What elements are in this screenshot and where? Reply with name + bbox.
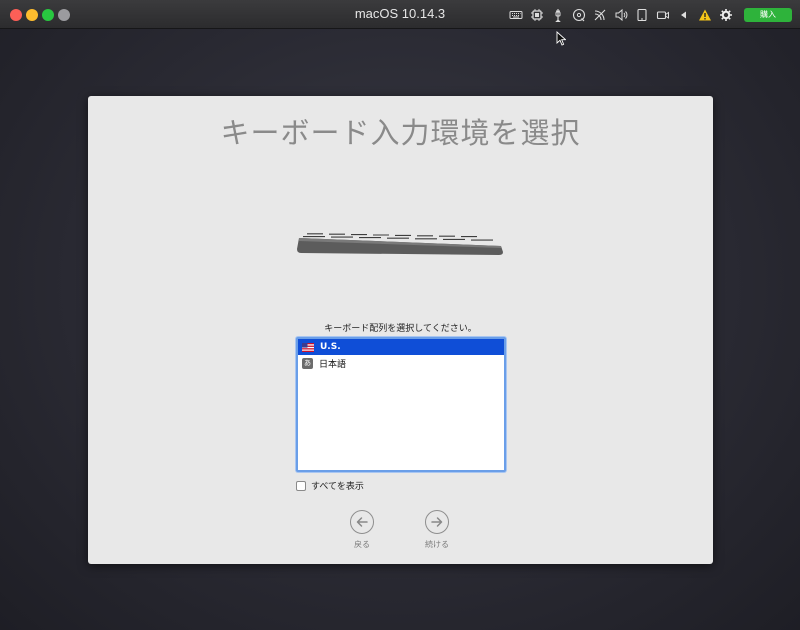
list-item-japanese[interactable]: あ 日本語: [298, 355, 504, 371]
japanese-input-icon: あ: [302, 357, 313, 369]
cd-icon[interactable]: [569, 6, 589, 24]
list-item-label: 日本語: [319, 359, 347, 370]
list-item-label: U.S.: [320, 342, 341, 352]
show-all-label: すべてを表示: [311, 482, 364, 492]
extra-window-button[interactable]: [58, 9, 70, 21]
us-flag-icon: [302, 342, 314, 352]
camera-icon[interactable]: [653, 6, 673, 24]
continue-button[interactable]: 続ける: [417, 510, 457, 550]
show-all-checkbox[interactable]: [296, 480, 306, 491]
list-item-us[interactable]: U.S.: [298, 339, 504, 355]
keyboard-illustration-icon: [297, 233, 503, 255]
warning-icon[interactable]: [695, 6, 715, 24]
cpu-icon[interactable]: [527, 6, 547, 24]
window-titlebar: macOS 10.14.3 購入: [0, 0, 800, 29]
usb-icon[interactable]: [548, 6, 568, 24]
back-label: 戻る: [354, 540, 370, 549]
close-window-button[interactable]: [10, 9, 22, 21]
zoom-window-button[interactable]: [42, 9, 54, 21]
continue-label: 続ける: [425, 540, 449, 549]
keyboard-layout-list[interactable]: U.S. あ 日本語: [296, 337, 506, 472]
play-icon[interactable]: [674, 6, 694, 24]
gear-icon[interactable]: [716, 6, 736, 24]
layout-prompt: キーボード配列を選択してください。: [324, 324, 477, 334]
volume-icon[interactable]: [611, 6, 631, 24]
minimize-window-button[interactable]: [26, 9, 38, 21]
mouse-cursor-icon: [556, 31, 566, 46]
vm-device-toolbar: 購入: [505, 5, 792, 24]
back-arrow-icon: [350, 510, 374, 534]
buy-button[interactable]: 購入: [744, 7, 792, 22]
network-icon[interactable]: [590, 6, 610, 24]
keyboard-icon[interactable]: [506, 6, 526, 24]
back-button[interactable]: 戻る: [342, 510, 382, 550]
keyboard-setup-panel: キーボード入力環境を選択 キーボード配列を選択してください。 U.S. あ 日本…: [88, 96, 713, 564]
tablet-icon[interactable]: [632, 6, 652, 24]
show-all-option[interactable]: すべてを表示: [296, 479, 364, 492]
forward-arrow-icon: [425, 510, 449, 534]
page-title: キーボード入力環境を選択: [220, 116, 581, 150]
